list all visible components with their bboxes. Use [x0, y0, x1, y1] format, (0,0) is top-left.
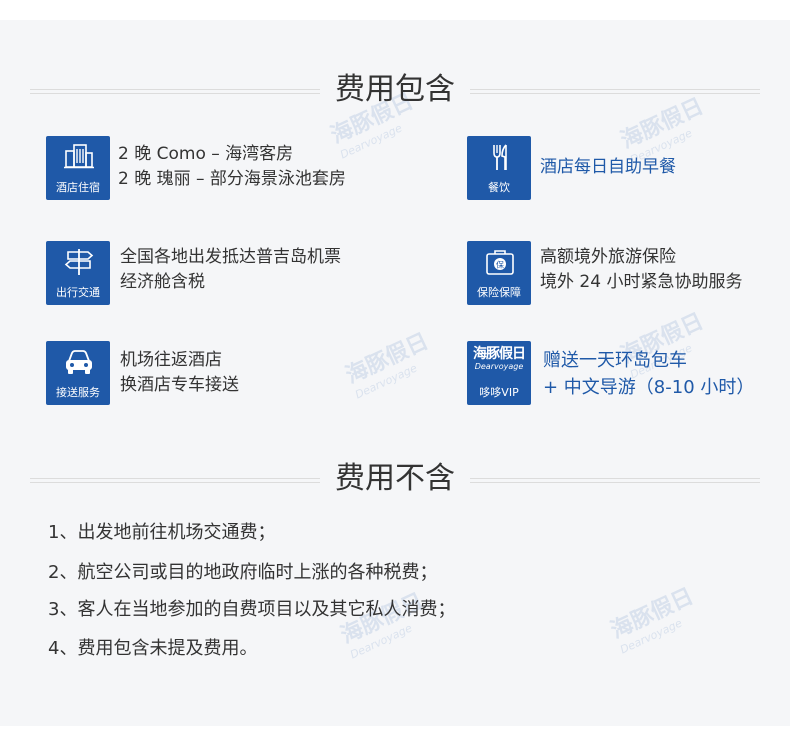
transport-icon-box: 出行交通 [46, 241, 110, 305]
item-text: 高额境外旅游保险 境外 24 小时紧急协助服务 [540, 245, 742, 295]
insurance-icon: 保 [486, 250, 514, 275]
hotel-icon [64, 144, 94, 169]
excluded-item: 1、出发地前往机场交通费； [48, 522, 276, 543]
item-line: 全国各地出发抵达普吉岛机票 [120, 247, 341, 267]
icon-caption: 接送服务 [56, 386, 100, 399]
item-text: 酒店每日自助早餐 [540, 155, 676, 180]
cutlery-icon [493, 144, 507, 170]
excluded-item: 3、客人在当地参加的自费项目以及其它私人消费； [48, 599, 456, 620]
item-line: 机场往返酒店 [120, 350, 222, 370]
hotel-icon-box: 酒店住宿 [46, 136, 110, 200]
icon-caption: 保险保障 [477, 286, 521, 299]
dining-icon-box: 餐饮 [467, 136, 531, 200]
watermark-logo: 海豚假日 Dearvoyage [605, 579, 704, 657]
icon-caption: 出行交通 [56, 286, 100, 299]
excluded-heading: 费用不含 [335, 461, 455, 496]
item-line: 境外 24 小时紧急协助服务 [540, 272, 743, 292]
svg-text:保: 保 [496, 260, 504, 270]
insurance-icon-box: 保 保险保障 [467, 241, 531, 305]
transfer-icon-box: 接送服务 [46, 341, 110, 405]
signpost-icon [64, 249, 94, 275]
item-text: 全国各地出发抵达普吉岛机票 经济舱含税 [120, 245, 341, 295]
item-text: 2 晚 Como – 海湾客房 2 晚 瑰丽 – 部分海景泳池套房 [118, 142, 346, 192]
item-text: 机场往返酒店 换酒店专车接送 [120, 348, 239, 398]
excluded-item: 4、费用包含未提及费用。 [48, 638, 258, 659]
section-excluded-title: 费用不含 [30, 459, 760, 499]
excluded-item: 2、航空公司或目的地政府临时上涨的各种税费； [48, 562, 438, 583]
item-line: 2 晚 Como – 海湾客房 [118, 144, 294, 164]
item-line: 2 晚 瑰丽 – 部分海景泳池套房 [118, 169, 346, 189]
vip-logo-sub: Dearvoyage [474, 362, 524, 371]
item-line: 赠送一天环岛包车 [543, 350, 687, 371]
item-line: 经济舱含税 [120, 272, 205, 292]
vip-logo-text: 海豚假日 [473, 346, 526, 362]
section-included-title: 费用包含 [30, 70, 760, 110]
item-line: 酒店每日自助早餐 [540, 157, 676, 177]
item-line: 换酒店专车接送 [120, 375, 239, 395]
vip-logo-icon: 海豚假日 Dearvoyage [467, 346, 531, 372]
item-text: 赠送一天环岛包车 + 中文导游（8-10 小时） [543, 347, 754, 401]
item-line: + 中文导游（8-10 小时） [543, 377, 755, 398]
item-line: 高额境外旅游保险 [540, 247, 676, 267]
icon-caption: 酒店住宿 [56, 181, 100, 194]
watermark-logo: 海豚假日 Dearvoyage [340, 324, 439, 402]
car-icon [66, 350, 92, 374]
icon-caption: 哆哆VIP [479, 386, 519, 399]
vip-icon-box: 海豚假日 Dearvoyage 哆哆VIP [467, 341, 531, 405]
icon-caption: 餐饮 [488, 181, 510, 194]
included-heading: 费用包含 [335, 72, 455, 107]
content-panel: 海豚假日 Dearvoyage 海豚假日 Dearvoyage 海豚假日 Dearvo… [0, 20, 790, 726]
